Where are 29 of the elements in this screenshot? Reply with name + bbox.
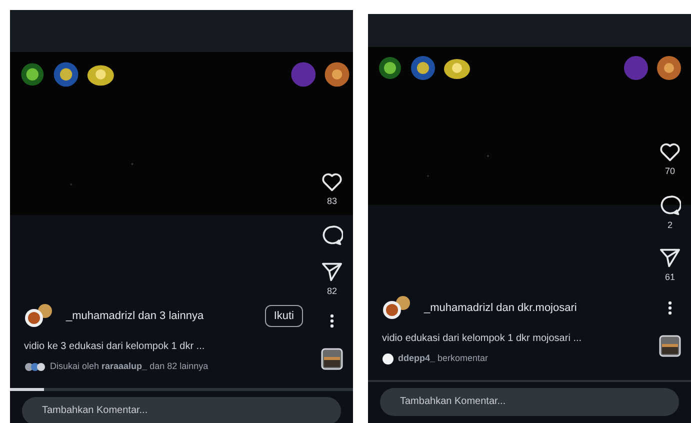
- progress-track[interactable]: [10, 388, 353, 390]
- action-count: 83: [326, 195, 337, 208]
- author-name[interactable]: _muhamadrizl dan dkr.mojosari: [424, 302, 631, 314]
- comment-icon[interactable]: [659, 194, 681, 216]
- send-icon[interactable]: [321, 262, 343, 282]
- caption[interactable]: vidio edukasi dari kelompok 1 dkr mojosari ...: [368, 331, 691, 346]
- more-icon[interactable]: [668, 300, 672, 314]
- action-count: 70: [664, 165, 675, 178]
- avatar-icon[interactable]: [24, 303, 54, 329]
- send-icon[interactable]: [659, 248, 681, 268]
- comment-icon[interactable]: [321, 224, 343, 246]
- avatar-icon[interactable]: [382, 295, 412, 321]
- audio-thumbnail-icon[interactable]: [321, 348, 343, 370]
- activity-text: Disukai oleh raraaalup_ dan 82 lainnya: [50, 360, 208, 373]
- activity-text: ddepp4_ berkomentar: [398, 352, 488, 365]
- audio-thumbnail-icon[interactable]: [659, 334, 681, 356]
- comment-field[interactable]: Tambahkan Komentar...: [380, 388, 679, 416]
- heart-icon[interactable]: [321, 172, 343, 192]
- action-count: 2: [667, 218, 672, 232]
- heart-icon[interactable]: [659, 142, 681, 162]
- author-name[interactable]: _muhamadrizl dan 3 lainnya: [66, 310, 257, 322]
- caption[interactable]: vidio ke 3 edukasi dari kelompok 1 dkr ...: [10, 339, 353, 354]
- avatars-icon: [24, 362, 46, 372]
- more-icon[interactable]: [330, 314, 334, 328]
- comment-field[interactable]: Tambahkan Komentar...: [22, 396, 341, 423]
- action-count: 61: [664, 271, 675, 284]
- action-count: 82: [326, 284, 337, 298]
- avatar-icon: [382, 352, 394, 365]
- follow-button[interactable]: Ikuti: [264, 304, 303, 328]
